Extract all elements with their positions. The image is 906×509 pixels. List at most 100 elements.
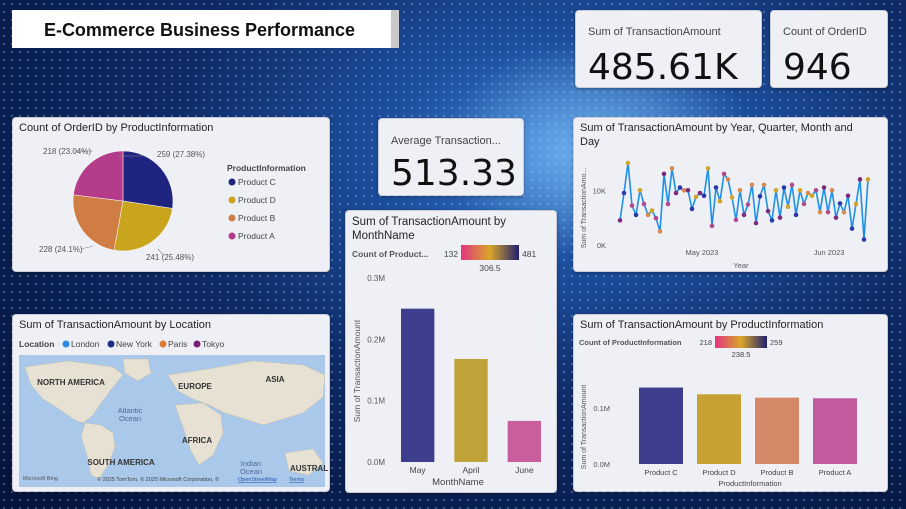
line-point[interactable] — [849, 226, 855, 231]
line-point[interactable] — [813, 187, 819, 193]
line-point[interactable] — [717, 198, 723, 204]
line-point[interactable] — [781, 185, 787, 190]
line-point[interactable] — [709, 223, 715, 229]
line-chart[interactable]: Sum of TransactionAmo... Year 0K 10K May 2… — [574, 118, 888, 272]
product-bar-chart-card[interactable]: Sum of TransactionAmount by ProductInfor… — [573, 314, 888, 492]
month-bar-chart-card[interactable]: Sum of TransactionAmount by MonthName Co… — [345, 210, 557, 493]
pie-slice[interactable] — [113, 200, 173, 252]
line-point[interactable] — [677, 185, 683, 190]
line-point[interactable] — [673, 190, 679, 196]
line-series[interactable] — [619, 162, 869, 240]
line-point[interactable] — [793, 212, 799, 218]
line-point[interactable] — [741, 212, 747, 218]
line-point[interactable] — [689, 206, 695, 212]
line-point[interactable] — [761, 182, 767, 188]
line-point[interactable] — [721, 171, 727, 177]
pie-legend-item[interactable]: Product B — [238, 213, 276, 223]
line-point[interactable] — [649, 208, 655, 213]
kpi-card-total-amount[interactable]: Sum of TransactionAmount 485.61K — [575, 10, 762, 88]
terms-link[interactable]: Terms — [289, 477, 304, 483]
month-bar[interactable] — [507, 420, 541, 462]
month-bar[interactable] — [401, 308, 435, 462]
line-point[interactable] — [705, 166, 711, 171]
line-point[interactable] — [661, 171, 667, 177]
line-point[interactable] — [769, 218, 775, 223]
product-bar[interactable] — [639, 387, 683, 464]
product-x-axis-title: ProductInformation — [718, 479, 781, 488]
line-point[interactable] — [753, 220, 759, 226]
product-bar[interactable] — [697, 394, 741, 464]
product-y-tick: 0.1M — [593, 404, 610, 413]
line-point[interactable] — [817, 209, 823, 215]
product-bar[interactable] — [755, 397, 799, 464]
line-point[interactable] — [713, 185, 719, 190]
month-bar-chart[interactable]: Count of Product... 132 481 306.5 Sum of… — [346, 211, 557, 493]
line-point[interactable] — [821, 185, 827, 190]
pie-slice[interactable] — [73, 150, 124, 202]
line-point[interactable] — [785, 204, 791, 210]
product-bar-chart[interactable]: Count of ProductInformation 218 259 238.… — [574, 315, 888, 492]
product-gradient-scale — [715, 336, 767, 348]
line-point[interactable] — [845, 193, 851, 199]
line-point[interactable] — [853, 201, 859, 207]
pie-chart-card[interactable]: Count of OrderID by ProductInformation 2… — [12, 117, 330, 272]
line-point[interactable] — [637, 187, 643, 193]
pie-legend-item[interactable]: Product D — [238, 195, 276, 205]
line-point[interactable] — [829, 187, 835, 193]
product-bar[interactable] — [813, 398, 857, 464]
line-point[interactable] — [725, 177, 731, 182]
line-point[interactable] — [797, 187, 803, 193]
line-point[interactable] — [669, 166, 675, 171]
pie-legend-item[interactable]: Product C — [238, 177, 276, 187]
pie-chart[interactable]: 259 (27.38%) 241 (25.48%) 228 (24.1%) 21… — [13, 118, 330, 272]
line-point[interactable] — [777, 215, 783, 220]
kpi-card-order-count[interactable]: Count of OrderID 946 — [770, 10, 888, 88]
line-point[interactable] — [825, 209, 831, 215]
pie-slice[interactable] — [122, 150, 174, 209]
line-point[interactable] — [665, 201, 671, 207]
line-point[interactable] — [641, 201, 647, 207]
line-point[interactable] — [865, 177, 871, 182]
month-bar[interactable] — [454, 358, 488, 462]
line-point[interactable] — [801, 201, 807, 207]
line-chart-card[interactable]: Sum of TransactionAmount by Year, Quarte… — [573, 117, 888, 272]
line-point[interactable] — [757, 194, 763, 199]
line-point[interactable] — [749, 182, 755, 188]
map-visual[interactable]: Location London New York Paris Tokyo NOR… — [13, 315, 330, 492]
line-point[interactable] — [657, 229, 663, 234]
line-x-tick: May 2023 — [686, 248, 719, 257]
line-point[interactable] — [733, 217, 739, 223]
title-scrollbar[interactable] — [391, 10, 399, 48]
pie-slice[interactable] — [72, 194, 124, 251]
line-point[interactable] — [693, 194, 699, 200]
line-point[interactable] — [653, 215, 659, 221]
line-point[interactable] — [857, 177, 863, 182]
line-point[interactable] — [841, 209, 847, 215]
line-point[interactable] — [645, 212, 651, 218]
line-point[interactable] — [805, 190, 811, 196]
pie-legend-item[interactable]: Product A — [238, 231, 275, 241]
kpi-card-average-amount[interactable]: Average Transaction... 513.33 — [378, 118, 524, 196]
line-point[interactable] — [861, 237, 867, 242]
line-point[interactable] — [681, 187, 687, 193]
map-label: AFRICA — [182, 436, 212, 445]
line-point[interactable] — [789, 182, 795, 188]
line-point[interactable] — [617, 218, 623, 223]
line-point[interactable] — [809, 193, 815, 199]
line-point[interactable] — [837, 201, 843, 206]
line-point[interactable] — [833, 215, 839, 220]
line-point[interactable] — [745, 202, 751, 207]
line-point[interactable] — [773, 187, 779, 193]
line-point[interactable] — [737, 187, 743, 193]
line-point[interactable] — [697, 190, 703, 196]
line-point[interactable] — [729, 195, 735, 200]
line-point[interactable] — [633, 212, 639, 218]
map-card[interactable]: Sum of TransactionAmount by Location Loc… — [12, 314, 330, 492]
line-point[interactable] — [629, 203, 635, 208]
line-point[interactable] — [765, 208, 771, 214]
line-point[interactable] — [685, 187, 691, 193]
line-point[interactable] — [621, 190, 627, 196]
line-point[interactable] — [701, 193, 707, 199]
osm-link[interactable]: OpenStreetMap — [238, 477, 277, 483]
line-point[interactable] — [625, 160, 631, 166]
